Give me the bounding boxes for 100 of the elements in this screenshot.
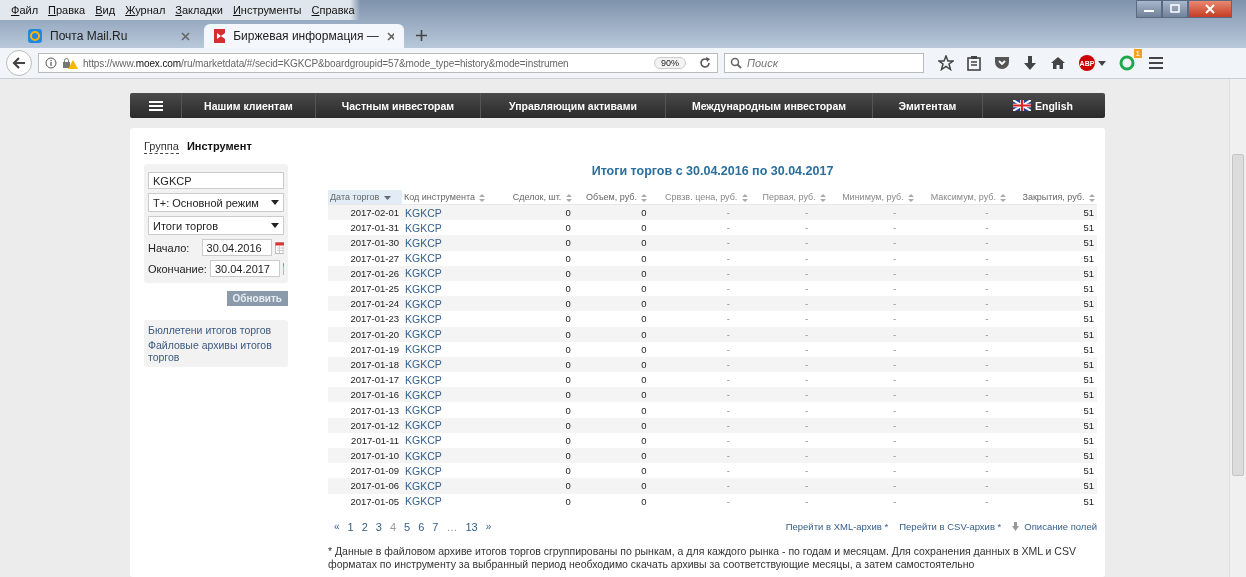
back-button[interactable] — [6, 50, 32, 76]
new-tab-icon[interactable] — [416, 30, 427, 41]
instrument-link[interactable]: KGKCP — [402, 432, 501, 448]
column-header[interactable]: Срвзв. цена, руб. — [649, 190, 750, 205]
warning-lock-icon[interactable] — [62, 57, 78, 69]
close-tab-icon[interactable] — [181, 31, 190, 41]
instrument-link[interactable]: KGKCP — [402, 387, 501, 403]
mode-select[interactable]: Т+: Основной режим — [148, 193, 284, 212]
instrument-link[interactable]: KGKCP — [402, 250, 501, 266]
instrument-link[interactable]: KGKCP — [402, 417, 501, 433]
instrument-link[interactable]: KGKCP — [402, 372, 501, 388]
column-header[interactable]: Дата торгов — [328, 190, 402, 205]
table-cell: 0 — [573, 402, 650, 418]
instrument-link[interactable]: KGKCP — [402, 326, 501, 342]
page-arrow[interactable]: » — [485, 520, 492, 533]
instrument-link[interactable]: KGKCP — [402, 204, 501, 221]
page-link[interactable]: 13 — [465, 520, 478, 533]
column-header[interactable]: Код инструмента — [402, 190, 501, 205]
table-cell: - — [828, 402, 917, 418]
instrument-link[interactable]: KGKCP — [402, 220, 501, 236]
url-text[interactable]: https://www.moex.com/ru/marketdata/#/secid=KGKCP&boardgroupid=57&mode_type=history&mode=instrumen — [83, 57, 649, 69]
table-cell: - — [828, 356, 917, 373]
instrument-link[interactable]: KGKCP — [402, 235, 501, 251]
instrument-field[interactable]: KGKCP — [148, 172, 284, 189]
page-link[interactable]: 1 — [347, 520, 354, 533]
browser-tab[interactable]: Биржевая информация — — [204, 24, 404, 48]
nav-link[interactable]: Международным инвесторам — [666, 93, 873, 118]
instrument-link[interactable]: KGKCP — [402, 280, 501, 297]
browser-tab[interactable]: Почта Mail.Ru — [18, 24, 200, 48]
table-cell: - — [916, 235, 1009, 251]
menu-item[interactable]: Вид — [90, 4, 121, 16]
close-button[interactable] — [1188, 0, 1232, 18]
instrument-link[interactable]: KGKCP — [402, 311, 501, 327]
instrument-link[interactable]: KGKCP — [402, 478, 501, 494]
pocket-icon[interactable] — [994, 56, 1010, 70]
page-link[interactable]: 7 — [432, 520, 439, 533]
nav-link[interactable]: Управляющим активами — [481, 93, 666, 118]
column-header[interactable]: Объем, руб. — [573, 190, 650, 205]
nav-link[interactable]: English — [983, 93, 1103, 118]
instrument-link[interactable]: KGKCP — [402, 493, 501, 509]
menu-item[interactable]: Журнал — [120, 4, 171, 16]
close-tab-icon[interactable] — [386, 31, 394, 41]
instrument-link[interactable]: KGKCP — [402, 463, 501, 479]
menu-item[interactable]: Правка — [43, 4, 91, 16]
table-cell: - — [916, 493, 1009, 509]
instrument-link[interactable]: KGKCP — [402, 448, 501, 464]
instrument-link[interactable]: KGKCP — [402, 296, 501, 312]
column-header[interactable]: Минимум, руб. — [828, 190, 917, 205]
start-date-field[interactable]: 30.04.2016 — [201, 239, 272, 256]
page-arrow[interactable]: « — [334, 520, 340, 533]
menu-icon[interactable] — [1148, 56, 1164, 70]
report-select[interactable]: Итоги торгов — [148, 216, 284, 235]
restore-button[interactable] — [1162, 0, 1188, 18]
minimize-button[interactable] — [1136, 0, 1162, 18]
address-bar[interactable]: https://www.moex.com/ru/marketdata/#/secid=KGKCP&boardgroupid=57&mode_type=history&mode=instrumen 90% — [38, 53, 718, 73]
star-icon[interactable] — [938, 55, 954, 71]
table-cell: - — [749, 463, 829, 479]
export-link[interactable]: Перейти в CSV-архив * — [899, 521, 1002, 533]
reload-icon[interactable] — [699, 57, 711, 69]
column-header[interactable]: Сделок, шт. — [500, 190, 574, 205]
page-link[interactable]: 6 — [418, 520, 425, 533]
menu-item[interactable]: Файл — [6, 4, 44, 16]
instrument-link[interactable]: KGKCP — [402, 265, 501, 281]
clipboard-icon[interactable] — [967, 55, 981, 71]
nav-link[interactable]: Эмитентам — [873, 93, 983, 118]
end-date-field[interactable]: 30.04.2017 — [209, 260, 280, 277]
g-logo-icon[interactable] — [1119, 55, 1135, 71]
page-link[interactable]: 3 — [375, 520, 382, 533]
menu-icon — [148, 100, 163, 111]
mode-tab[interactable]: Инструмент — [186, 140, 252, 154]
mode-tab[interactable]: Группа — [144, 140, 179, 154]
menu-item[interactable]: Инструменты — [227, 4, 307, 16]
page-link[interactable]: 2 — [361, 520, 368, 533]
fields-description-link[interactable]: Описание полей — [1024, 521, 1097, 533]
info-icon[interactable] — [45, 57, 57, 69]
home-icon[interactable] — [1050, 56, 1066, 70]
caret-icon[interactable] — [1098, 60, 1106, 66]
export-link[interactable]: Перейти в XML-архив * — [785, 521, 889, 533]
column-header[interactable]: Закрытия, руб. — [1008, 190, 1097, 205]
table-cell: 51 — [1008, 402, 1097, 418]
menu-item[interactable]: Закладки — [170, 4, 228, 16]
side-link[interactable]: Бюллетени итогов торгов — [148, 324, 284, 336]
zoom-indicator[interactable]: 90% — [654, 57, 686, 69]
table-cell: 0 — [500, 220, 574, 236]
instrument-link[interactable]: KGKCP — [402, 402, 501, 418]
scrollbar[interactable] — [1229, 79, 1246, 577]
instrument-link[interactable]: KGKCP — [402, 356, 501, 373]
search-field[interactable]: Поиск — [724, 53, 924, 73]
back-arrow-icon — [12, 57, 26, 69]
column-header[interactable]: Максимум, руб. — [916, 190, 1009, 205]
menu-item[interactable]: Справка — [306, 4, 360, 16]
table-cell: - — [916, 372, 1009, 388]
page-link[interactable]: 5 — [404, 520, 411, 533]
side-link[interactable]: Файловые архивы итогов торгов — [148, 339, 284, 363]
nav-link[interactable]: Нашим клиентам — [182, 93, 316, 118]
column-header[interactable]: Первая, руб. — [749, 190, 829, 205]
download-icon[interactable] — [1023, 55, 1037, 71]
instrument-link[interactable]: KGKCP — [402, 341, 501, 357]
table-cell: 51 — [1008, 356, 1097, 373]
nav-link[interactable]: Частным инвесторам — [316, 93, 481, 118]
